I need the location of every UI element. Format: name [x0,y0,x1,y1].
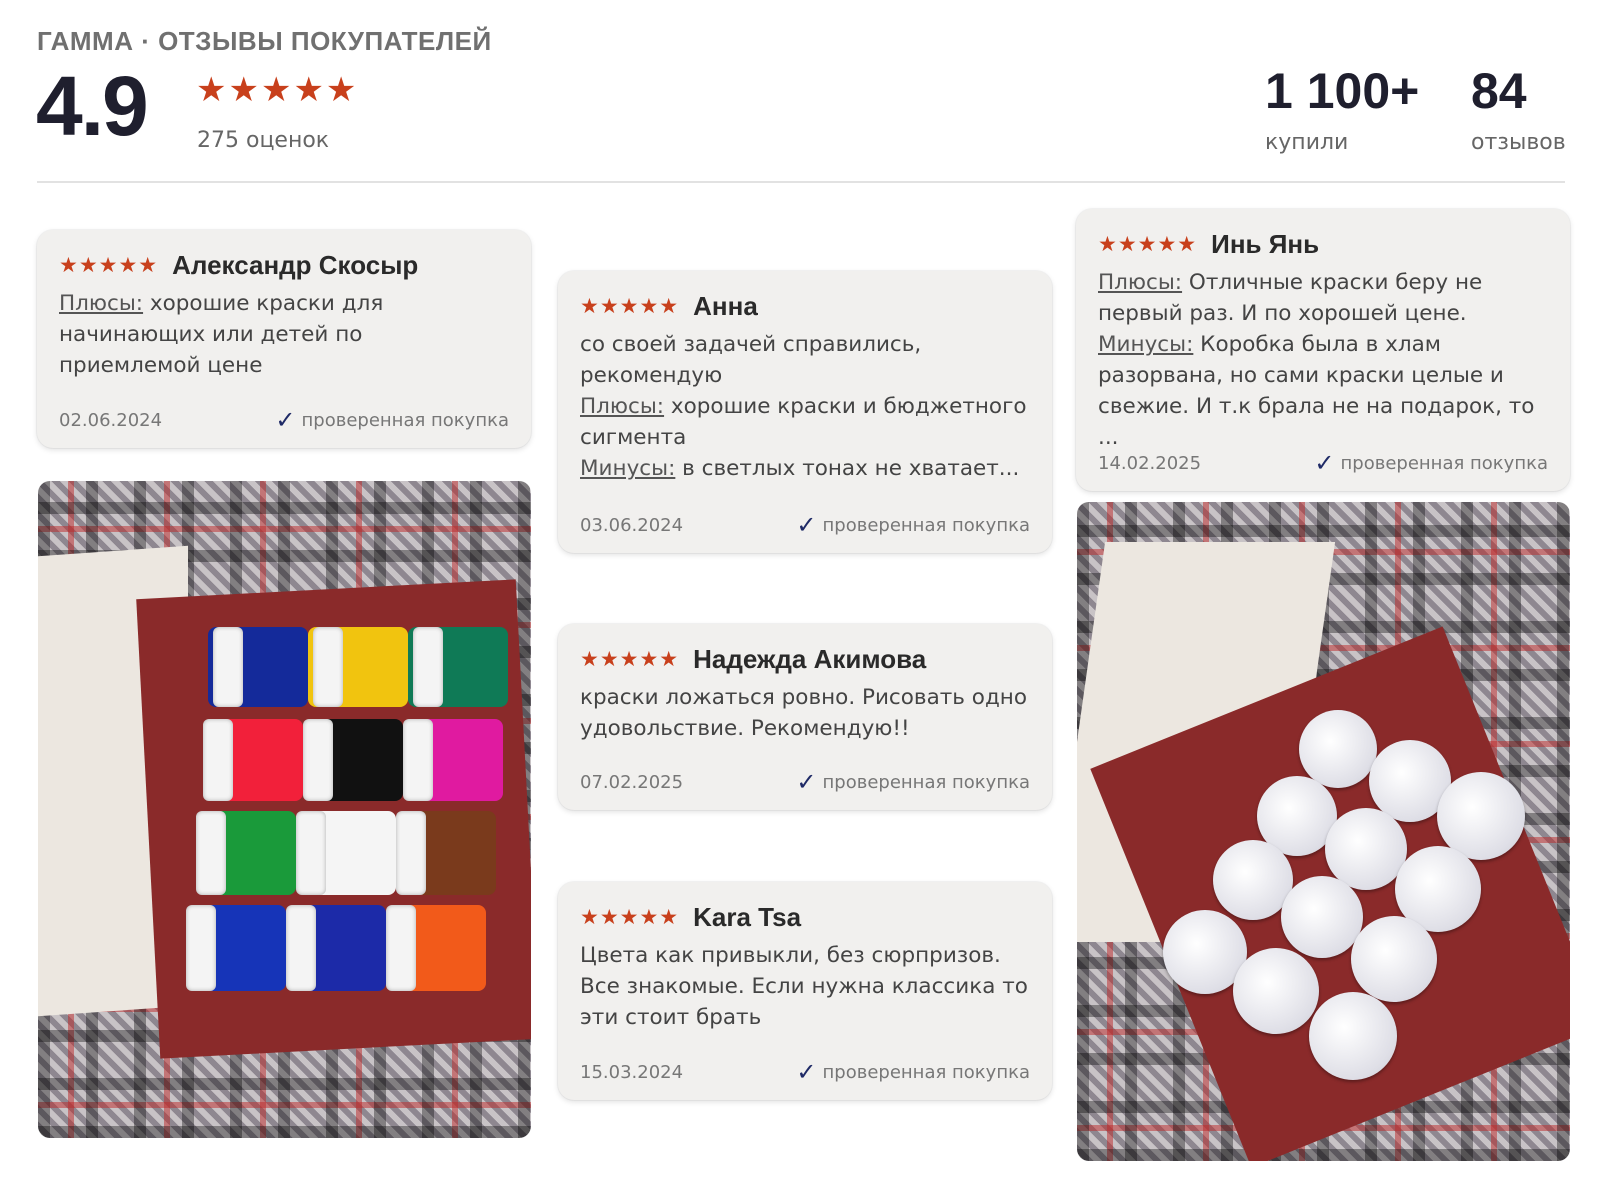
reviews-count: 84 [1471,63,1527,119]
header-divider [37,181,1565,183]
verified-badge: ✓ проверенная покупка [796,768,1030,796]
review-date: 15.03.2024 [580,1061,684,1083]
review-author: Инь Янь [1211,228,1320,259]
pros-label: Плюсы: [59,291,144,316]
review-text: со своей задачей справились, рекомендую … [580,329,1030,484]
check-icon: ✓ [796,511,817,539]
jar-cap [186,905,216,991]
bought-label: купили [1265,130,1349,155]
cons-label: Минусы: [580,456,676,481]
jar-lid [1351,916,1437,1002]
jar-cap [403,719,433,801]
jar-lid [1281,876,1363,958]
bought-count: 1 100+ [1265,63,1420,119]
shop-title: ГАММА · ОТЗЫВЫ ПОКУПАТЕЛЕЙ [37,26,492,56]
review-photo[interactable] [1077,502,1570,1161]
reviews-stat: 84 отзывов [1471,62,1566,155]
review-card[interactable]: ★★★★★ Анна со своей задачей справились, … [558,271,1052,553]
verified-badge: ✓ проверенная покупка [796,511,1030,539]
check-icon: ✓ [1314,449,1335,477]
review-author: Александр Скосыр [172,249,419,280]
review-date: 02.06.2024 [59,409,163,431]
bought-stat: 1 100+ купили [1265,62,1419,155]
rating-count: 275 оценок [197,128,330,153]
jar-lid [1325,808,1407,890]
review-stars-icon: ★★★★★ [1098,232,1198,256]
review-card[interactable]: ★★★★★ Александр Скосыр Плюсы: хорошие кр… [37,230,531,448]
comment-text: краски ложаться ровно. Рисовать одно удо… [580,685,1028,741]
check-icon: ✓ [796,768,817,796]
review-stars-icon: ★★★★★ [59,253,159,277]
review-card[interactable]: ★★★★★ Инь Янь Плюсы: Отличные краски бер… [1076,209,1570,491]
jar-lid [1309,992,1397,1080]
rating-stars-icon: ★★★★★ [196,70,359,110]
review-card[interactable]: ★★★★★ Kara Tsa Цвета как привыкли, без с… [558,882,1052,1100]
review-stars-icon: ★★★★★ [580,647,680,671]
jar-cap [286,905,316,991]
review-date: 07.02.2025 [580,771,684,793]
verified-badge: ✓ проверенная покупка [1314,449,1548,477]
jar-cap [196,811,226,895]
review-stars-icon: ★★★★★ [580,294,680,318]
verified-badge: ✓ проверенная покупка [275,406,509,434]
review-text: Цвета как привыкли, без сюрпризов. Все з… [580,940,1030,1033]
jar-cap [296,811,326,895]
jar-cap [213,627,243,707]
jar-cap [303,719,333,801]
comment-text: со своей задачей справились, рекомендую [580,332,922,388]
review-author: Kara Tsa [693,901,802,932]
verified-label: проверенная покупка [1340,452,1548,474]
jar-cap [203,719,233,801]
jar-lid [1233,948,1319,1034]
review-date: 14.02.2025 [1098,452,1202,474]
cons-text: в светлых тонах не хватает... [675,456,1020,481]
review-text: краски ложаться ровно. Рисовать одно удо… [580,682,1030,744]
verified-label: проверенная покупка [822,1061,1030,1083]
cons-label: Минусы: [1098,332,1194,357]
comment-text: Цвета как привыкли, без сюрпризов. Все з… [580,943,1028,1030]
jar-cap [386,905,416,991]
review-stars-icon: ★★★★★ [580,905,680,929]
review-photo[interactable] [38,481,531,1138]
jar-lid [1299,710,1377,788]
verified-label: проверенная покупка [822,514,1030,536]
review-date: 03.06.2024 [580,514,684,536]
pros-label: Плюсы: [580,394,665,419]
jar-cap [396,811,426,895]
pros-label: Плюсы: [1098,270,1183,295]
verified-label: проверенная покупка [301,409,509,431]
average-rating: 4.9 [36,59,149,153]
verified-badge: ✓ проверенная покупка [796,1058,1030,1086]
jar-cap [413,627,443,707]
review-text: Плюсы: Отличные краски беру не первый ра… [1098,267,1548,453]
review-text: Плюсы: хорошие краски для начинающих или… [59,288,509,381]
verified-label: проверенная покупка [822,771,1030,793]
check-icon: ✓ [275,406,296,434]
review-author: Анна [693,290,758,321]
review-author: Надежда Акимова [693,643,927,674]
review-card[interactable]: ★★★★★ Надежда Акимова краски ложаться ро… [558,624,1052,810]
jar-cap [313,627,343,707]
reviews-label: отзывов [1471,130,1566,155]
check-icon: ✓ [796,1058,817,1086]
